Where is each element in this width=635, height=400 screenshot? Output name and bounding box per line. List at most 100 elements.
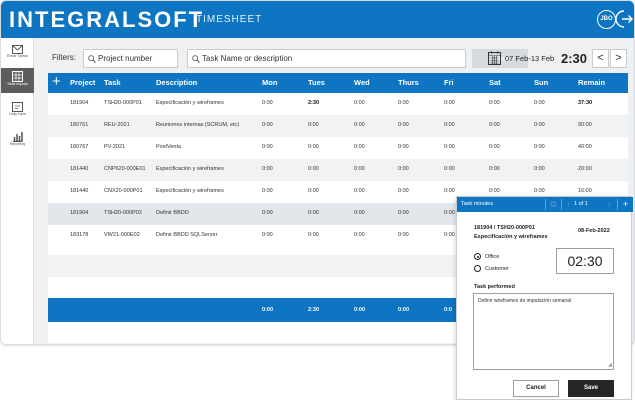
table-row[interactable]: 181440 CNP620-000E01 Especificación y wi… [48,159,628,181]
cell-sun[interactable]: 0:00 [534,122,545,128]
sidebar-item-tabla-imputar[interactable]: Tabla imputar [1,68,34,93]
radio-label: Customer [485,266,509,272]
col-wed: Wed [354,78,370,87]
search-icon [192,55,200,63]
user-avatar[interactable]: JBO [597,10,616,29]
app-logo: INTEGRALSOFT [9,7,205,32]
radio-label: Office [485,254,500,260]
cell-tue[interactable]: 0:00 [308,166,319,172]
calendar-icon[interactable] [488,51,501,65]
cell-tue[interactable]: 2:30 [308,100,319,106]
col-project[interactable]: Project [70,78,95,87]
cell-fri[interactable]: 0:00 [444,166,455,172]
cell-fri[interactable]: 0:00 [444,232,455,238]
cell-remain: 20:00 [578,166,592,172]
cell-thu[interactable]: 0:00 [398,188,409,194]
sidebar-item-daily-input[interactable]: Daily Input [1,98,34,123]
sidebar-item-reporting[interactable]: Reporting [1,128,34,153]
cell-sat[interactable]: 0:00 [489,166,500,172]
task-search-placeholder: Task Name or description [202,54,293,63]
task-performed-textarea[interactable]: Definir wireframes de imputación semanal… [473,293,614,370]
cell-wed[interactable]: 0:00 [354,166,365,172]
cell-sun[interactable]: 0:00 [534,166,545,172]
cell-thu[interactable]: 0:00 [398,144,409,150]
cell-fri[interactable]: 0:00 [444,144,455,150]
cell-project: 180767 [70,144,89,150]
sidebar-item-label: Tabla imputar [6,82,28,86]
cell-wed[interactable]: 0:00 [354,144,365,150]
next-week-button[interactable]: > [610,49,627,68]
cell-mon[interactable]: 0:00 [262,122,273,128]
cell-sun[interactable]: 0:00 [534,100,545,106]
cell-fri[interactable]: 0:00 [444,100,455,106]
resize-handle-icon[interactable]: ◢ [608,362,612,368]
cell-wed[interactable]: 0:00 [354,188,365,194]
cell-remain: 40:00 [578,144,592,150]
week-total: 2:30 [561,51,588,66]
cell-description: Especificación y wireframes [156,166,224,172]
cell-thu[interactable]: 0:00 [398,232,409,238]
cell-tue[interactable]: 0:00 [308,188,319,194]
cell-project: 180761 [70,122,89,128]
next-entry-button[interactable]: › [602,197,617,212]
table-row[interactable]: 180761 REU-2021 Reuniones internas (SCRU… [48,115,628,137]
radio-office[interactable]: Office [474,253,564,262]
cell-tue[interactable]: 0:00 [308,210,319,216]
cell-mon[interactable]: 0:00 [262,100,273,106]
task-search-input[interactable]: Task Name or description [187,49,466,68]
cell-sun[interactable]: 0:00 [534,144,545,150]
cell-sat[interactable]: 0:00 [489,144,500,150]
cell-tue[interactable]: 0:00 [308,232,319,238]
cell-wed[interactable]: 0:00 [354,232,365,238]
add-row-icon[interactable]: + [52,74,61,89]
cell-tue[interactable]: 0:00 [308,122,319,128]
cell-mon[interactable]: 0:00 [262,210,273,216]
daily-input-icon [12,102,23,112]
task-performed-text: Definir wireframes de imputación semanal [478,298,572,304]
sidebar-item-label: Reporting [9,142,26,146]
save-button[interactable]: Save [568,380,614,397]
add-entry-button[interactable]: + [618,197,633,212]
cell-mon[interactable]: 0:00 [262,144,273,150]
task-performed-label: Task performed [474,284,515,290]
cell-thu[interactable]: 0:00 [398,210,409,216]
cell-fri[interactable]: 0:00 [444,210,455,216]
cell-sat[interactable]: 0:00 [489,122,500,128]
cell-wed[interactable]: 0:00 [354,100,365,106]
copy-icon[interactable]: ⧉ [546,197,561,212]
cell-mon[interactable]: 0:00 [262,232,273,238]
cell-description: Especificación y wireframes [156,100,224,106]
project-search-input[interactable]: Project number [83,49,178,68]
dialog-header: Task minutes ⧉ ‹ 1 of 1 › + [457,197,633,212]
prev-week-button[interactable]: < [592,49,609,68]
logout-icon[interactable] [615,10,633,28]
cell-fri[interactable]: 0:00 [444,188,455,194]
cell-sat[interactable]: 0:00 [489,100,500,106]
radio-customer[interactable]: Customer [474,265,564,274]
cell-mon[interactable]: 0:00 [262,188,273,194]
cell-mon[interactable]: 0:00 [262,166,273,172]
cell-sun[interactable]: 0:00 [534,188,545,194]
cell-wed[interactable]: 0:00 [354,210,365,216]
col-task[interactable]: Task [104,78,121,87]
cell-description: Definir BBDD [156,210,189,216]
time-input[interactable]: 02:30 [556,248,614,274]
table-row[interactable]: 180767 PV-2021 PostVenta 0:00 0:00 0:00 … [48,137,628,159]
table-row[interactable]: 181904 TSH20-000P01 Especificación y wir… [48,93,628,115]
sidebar-item-entrar-tareas[interactable]: Entrar Tareas [1,42,34,67]
cell-thu[interactable]: 0:00 [398,166,409,172]
cell-project: 181904 [70,210,89,216]
cell-task: TSH20-000P01 [104,100,142,106]
col-sun: Sun [534,78,549,87]
cell-wed[interactable]: 0:00 [354,122,365,128]
cell-tue[interactable]: 0:00 [308,144,319,150]
cell-fri[interactable]: 0:00 [444,122,455,128]
cancel-button[interactable]: Cancel [513,380,559,397]
col-description[interactable]: Description [156,78,197,87]
cell-task: REU-2021 [104,122,130,128]
cell-task: CNP620-000E01 [104,166,146,172]
cell-thu[interactable]: 0:00 [398,122,409,128]
cell-sat[interactable]: 0:00 [489,188,500,194]
cell-project: 181440 [70,166,89,172]
cell-thu[interactable]: 0:00 [398,100,409,106]
